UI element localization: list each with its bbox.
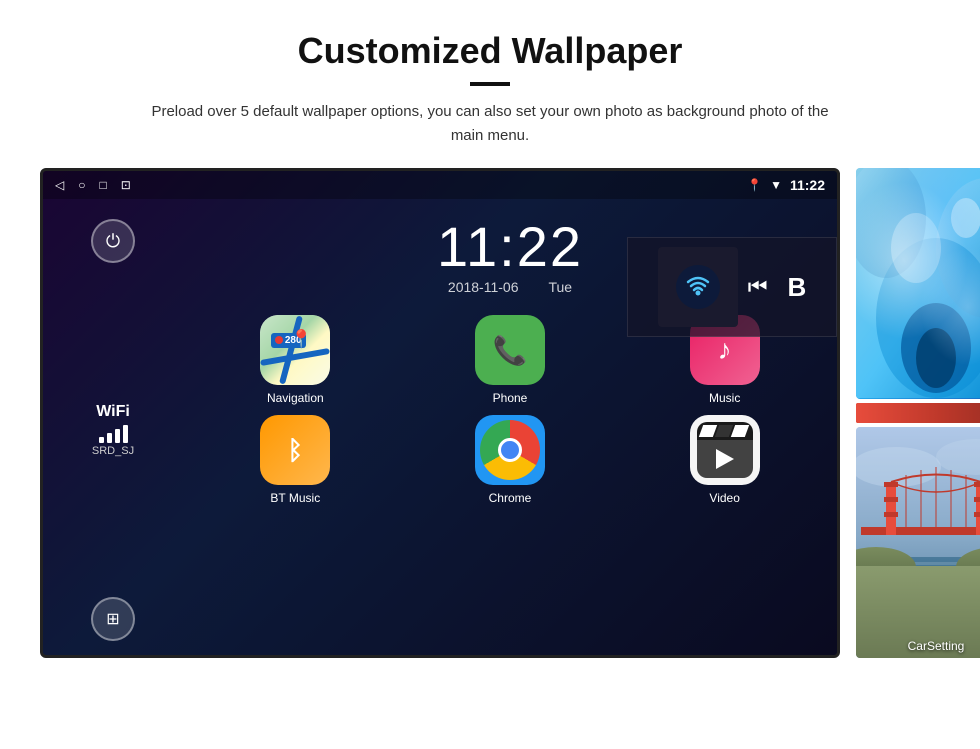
clapper-stripe-3 bbox=[730, 425, 748, 437]
title-section: Customized Wallpaper Preload over 5 defa… bbox=[40, 30, 940, 148]
wifi-bars bbox=[92, 425, 134, 443]
nav-map: 280 📍 bbox=[260, 315, 330, 385]
bluetooth-symbol: ᛒ bbox=[288, 435, 304, 466]
nav-pin: 📍 bbox=[290, 329, 312, 350]
chrome-app-icon[interactable]: Chrome bbox=[408, 415, 613, 505]
road-vertical bbox=[279, 315, 303, 384]
wifi-bar-1 bbox=[99, 437, 104, 443]
chrome-label: Chrome bbox=[489, 491, 532, 505]
navigation-app-icon[interactable]: 280 📍 Navigation bbox=[193, 315, 398, 405]
recent-icon: □ bbox=[99, 178, 106, 192]
wifi-status-icon: ▼ bbox=[770, 178, 782, 192]
page-subtitle: Preload over 5 default wallpaper options… bbox=[150, 100, 830, 148]
video-app-icon[interactable]: Video bbox=[622, 415, 827, 505]
screen-sidebar: ⏻ WiFi SRD_SJ ⊞ bbox=[43, 199, 183, 658]
golden-gate-photo: CarSetting bbox=[856, 427, 980, 658]
ice-cave-svg bbox=[856, 168, 980, 398]
golden-gate-svg bbox=[856, 427, 980, 612]
wifi-ssid: SRD_SJ bbox=[92, 445, 134, 457]
clapperboard bbox=[697, 422, 753, 478]
title-divider bbox=[470, 82, 510, 86]
car-setting-label: CarSetting bbox=[856, 639, 980, 653]
day-text: Tue bbox=[548, 279, 572, 295]
screen-body: ⏻ WiFi SRD_SJ ⊞ bbox=[43, 199, 837, 658]
media-widget: ⏮ B bbox=[627, 237, 837, 337]
clapper-top bbox=[697, 422, 753, 440]
phone-icon-img: 📞 bbox=[475, 315, 545, 385]
navigation-icon-img: 280 📍 bbox=[260, 315, 330, 385]
page-container: Customized Wallpaper Preload over 5 defa… bbox=[0, 0, 980, 678]
back-icon: ◁ bbox=[55, 178, 64, 192]
media-controls: ⏮ B bbox=[748, 272, 807, 303]
status-bar: ◁ ○ □ ⊡ 📍 ▼ 11:22 bbox=[43, 171, 837, 199]
media-wifi-icon bbox=[673, 262, 723, 312]
road-horizontal bbox=[260, 347, 330, 365]
prev-track-button[interactable]: ⏮ bbox=[748, 274, 768, 300]
wifi-bar-3 bbox=[115, 429, 120, 443]
small-strip-photo bbox=[856, 403, 980, 423]
road-badge bbox=[275, 336, 283, 344]
android-screen: ◁ ○ □ ⊡ 📍 ▼ 11:22 ⏻ WiFi bbox=[40, 168, 840, 658]
status-bar-right: 📍 ▼ 11:22 bbox=[747, 177, 825, 193]
bt-icon-img: ᛒ bbox=[260, 415, 330, 485]
wifi-bar-2 bbox=[107, 433, 112, 443]
video-label: Video bbox=[709, 491, 739, 505]
next-track-button[interactable]: B bbox=[788, 272, 807, 303]
bt-music-app-icon[interactable]: ᛒ BT Music bbox=[193, 415, 398, 505]
screen-icon: ⊡ bbox=[121, 178, 131, 192]
status-bar-left: ◁ ○ □ ⊡ bbox=[55, 178, 131, 192]
top-row: 11:22 2018-11-06 Tue bbox=[183, 209, 837, 315]
location-icon: 📍 bbox=[747, 178, 762, 192]
phone-symbol: 📞 bbox=[493, 334, 528, 367]
chrome-outer-ring bbox=[480, 420, 540, 480]
media-icon bbox=[658, 247, 738, 327]
phone-app-icon[interactable]: 📞 Phone bbox=[408, 315, 613, 405]
status-time: 11:22 bbox=[790, 177, 825, 193]
clapper-stripe-1 bbox=[698, 425, 716, 437]
navigation-label: Navigation bbox=[267, 391, 324, 405]
clapper-body bbox=[697, 440, 753, 478]
strip-content bbox=[856, 403, 980, 423]
date-text: 2018-11-06 bbox=[448, 279, 519, 295]
page-title: Customized Wallpaper bbox=[40, 30, 940, 72]
chrome-icon-img bbox=[475, 415, 545, 485]
photos-panel: CarSetting bbox=[856, 168, 980, 658]
content-area: ◁ ○ □ ⊡ 📍 ▼ 11:22 ⏻ WiFi bbox=[40, 168, 940, 658]
music-label: Music bbox=[709, 391, 740, 405]
video-icon-img bbox=[690, 415, 760, 485]
wifi-widget: WiFi SRD_SJ bbox=[92, 403, 134, 457]
screen-main: 11:22 2018-11-06 Tue bbox=[183, 199, 837, 658]
music-note-icon: ♪ bbox=[718, 334, 732, 366]
app-icons-grid: 280 📍 Navigation 📞 bbox=[183, 315, 837, 505]
bt-music-label: BT Music bbox=[270, 491, 320, 505]
power-button[interactable]: ⏻ bbox=[91, 219, 135, 263]
chrome-inner-circle bbox=[498, 438, 522, 462]
wifi-label: WiFi bbox=[92, 403, 134, 421]
play-triangle bbox=[716, 449, 734, 469]
wifi-bar-4 bbox=[123, 425, 128, 443]
home-icon: ○ bbox=[78, 178, 85, 192]
clapper-stripe-2 bbox=[714, 425, 732, 437]
ice-cave-photo bbox=[856, 168, 980, 399]
phone-label: Phone bbox=[493, 391, 528, 405]
apps-button[interactable]: ⊞ bbox=[91, 597, 135, 641]
